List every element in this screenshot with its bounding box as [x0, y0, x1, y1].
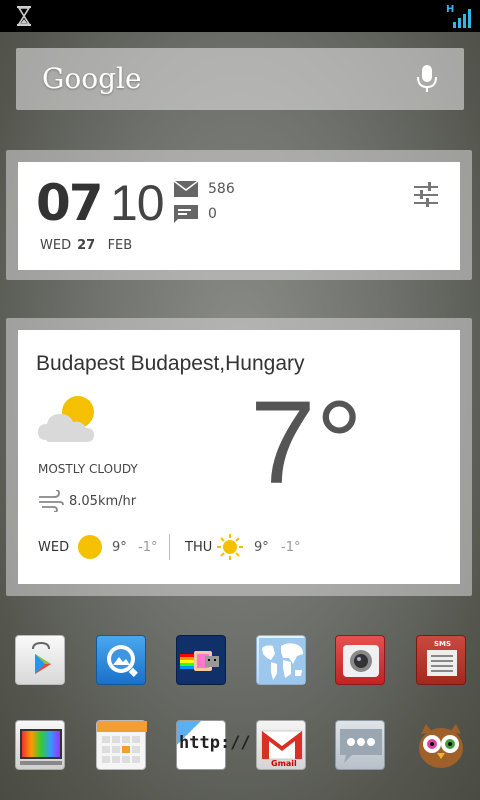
nyan-cat-icon[interactable] — [176, 635, 226, 685]
clock-minute: 10 — [110, 175, 165, 231]
browser-http-label: http:// — [179, 733, 251, 753]
forecast-high: 9° — [254, 540, 269, 555]
forecast-divider — [169, 534, 170, 560]
google-search-bar[interactable]: Google — [16, 48, 464, 110]
forecast-day: THU — [185, 540, 213, 555]
owl-icon[interactable] — [416, 720, 466, 770]
mail-icon — [174, 181, 198, 197]
weather-location: Budapest Budapest,Hungary — [36, 352, 305, 375]
samsung-tv-icon[interactable] — [15, 720, 65, 770]
month: FEB — [107, 238, 133, 253]
sms-count: 0 — [208, 206, 217, 222]
browser-icon[interactable]: http:// — [176, 720, 251, 770]
signal-bars-icon: H — [446, 4, 472, 28]
forecast-high: 9° — [112, 540, 127, 555]
play-store-icon[interactable] — [15, 635, 65, 685]
microphone-icon[interactable] — [416, 64, 438, 94]
current-temperature: 7° — [250, 377, 363, 509]
mail-count: 586 — [208, 181, 235, 197]
wind-speed: 8.05km/hr — [69, 494, 137, 509]
status-bar: H — [0, 0, 480, 32]
google-logo: Google — [42, 62, 142, 95]
forecast-low: -1° — [138, 540, 158, 555]
sun-icon — [78, 535, 102, 559]
qq-icon[interactable] — [96, 635, 146, 685]
sunny-icon — [217, 534, 243, 560]
forecast-low: -1° — [281, 540, 301, 555]
calendar-icon[interactable] — [96, 720, 147, 770]
gmail-label: Gmail — [271, 759, 297, 768]
wind-icon — [39, 490, 64, 512]
sms-app-icon[interactable]: SMS — [416, 635, 466, 685]
sms-app-label: SMS — [434, 640, 452, 648]
forecast-day: WED — [38, 540, 70, 555]
clock-date: WED 27 FEB — [40, 238, 138, 253]
day-name: WED — [40, 238, 72, 253]
hourglass-icon — [17, 6, 31, 26]
settings-sliders-icon[interactable] — [414, 182, 438, 208]
sms-icon — [174, 205, 198, 223]
clock-widget[interactable]: 07 10 WED 27 FEB 586 0 — [18, 162, 460, 270]
messaging-icon[interactable] — [335, 720, 385, 770]
world-map-icon[interactable] — [256, 635, 306, 685]
clock-hour: 07 — [36, 174, 104, 232]
gmail-icon[interactable]: Gmail — [256, 720, 306, 770]
camera-icon[interactable] — [335, 635, 385, 685]
weather-condition: MOSTLY CLOUDY — [38, 462, 138, 476]
weather-widget[interactable]: Budapest Budapest,Hungary MOSTLY CLOUDY … — [18, 330, 460, 584]
partly-cloudy-icon — [38, 396, 94, 442]
day-number: 27 — [77, 238, 96, 253]
